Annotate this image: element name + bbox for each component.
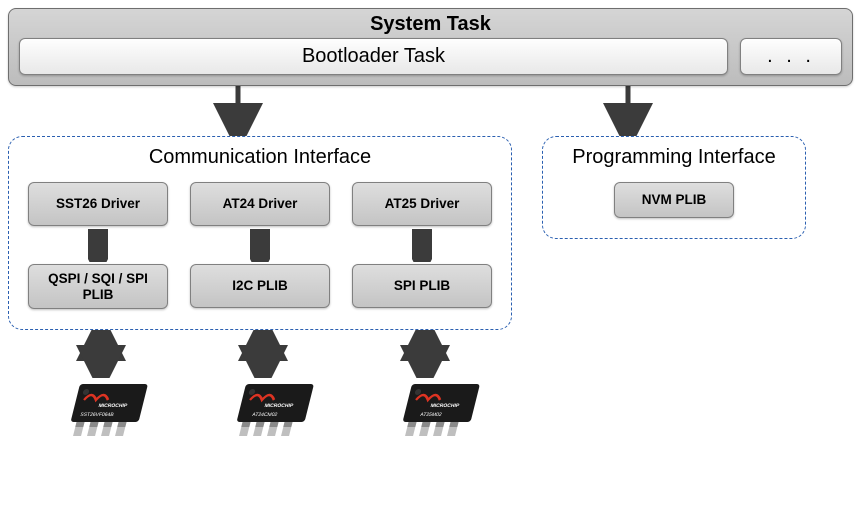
svg-text:MICROCHIP: MICROCHIP	[430, 403, 461, 409]
nvm-plib-box: NVM PLIB	[614, 182, 734, 218]
plib-box: I2C PLIB	[190, 264, 330, 308]
ellipsis-box: . . .	[740, 38, 842, 75]
svg-text:MICROCHIP: MICROCHIP	[264, 403, 295, 409]
comm-column-0: SST26 Driver QSPI / SQI / SPI PLIB	[28, 182, 168, 309]
chip-icon: MICROCHIP SST26VF064B	[60, 376, 160, 446]
comm-column-2: AT25 Driver SPI PLIB	[352, 182, 492, 309]
arrow-down-icon	[88, 226, 108, 264]
chip-icon: MICROCHIP AT24CM02	[226, 376, 326, 446]
communication-interface-title: Communication Interface	[25, 145, 495, 170]
svg-text:AT25M02: AT25M02	[420, 412, 443, 418]
chips-row: MICROCHIP SST26VF064B MICROCHIP AT24CM0	[60, 376, 853, 446]
top-arrows	[8, 86, 853, 136]
programming-interface-group: Programming Interface NVM PLIB	[542, 136, 806, 239]
driver-box: AT25 Driver	[352, 182, 492, 226]
communication-interface-group: Communication Interface SST26 Driver QSP…	[8, 136, 512, 330]
bidir-arrows	[26, 330, 546, 378]
arrow-down-icon	[250, 226, 270, 264]
system-task-title: System Task	[19, 13, 842, 36]
programming-interface-title: Programming Interface	[559, 145, 789, 170]
svg-text:AT24CM02: AT24CM02	[252, 412, 278, 418]
plib-box: QSPI / SQI / SPI PLIB	[28, 264, 168, 309]
comm-columns: SST26 Driver QSPI / SQI / SPI PLIB AT24 …	[25, 182, 495, 309]
plib-box: SPI PLIB	[352, 264, 492, 308]
chip-icon: MICROCHIP AT25M02	[392, 376, 492, 446]
bootloader-task-box: Bootloader Task	[19, 38, 728, 75]
driver-box: AT24 Driver	[190, 182, 330, 226]
svg-text:MICROCHIP: MICROCHIP	[98, 403, 129, 409]
driver-box: SST26 Driver	[28, 182, 168, 226]
chip-0: MICROCHIP SST26VF064B	[60, 376, 160, 446]
arrow-down-icon	[412, 226, 432, 264]
system-task-container: System Task Bootloader Task . . .	[8, 8, 853, 86]
svg-text:SST26VF064B: SST26VF064B	[80, 412, 115, 418]
chip-2: MICROCHIP AT25M02	[392, 376, 492, 446]
chip-1: MICROCHIP AT24CM02	[226, 376, 326, 446]
comm-column-1: AT24 Driver I2C PLIB	[190, 182, 330, 309]
system-task-row: Bootloader Task . . .	[19, 38, 842, 75]
